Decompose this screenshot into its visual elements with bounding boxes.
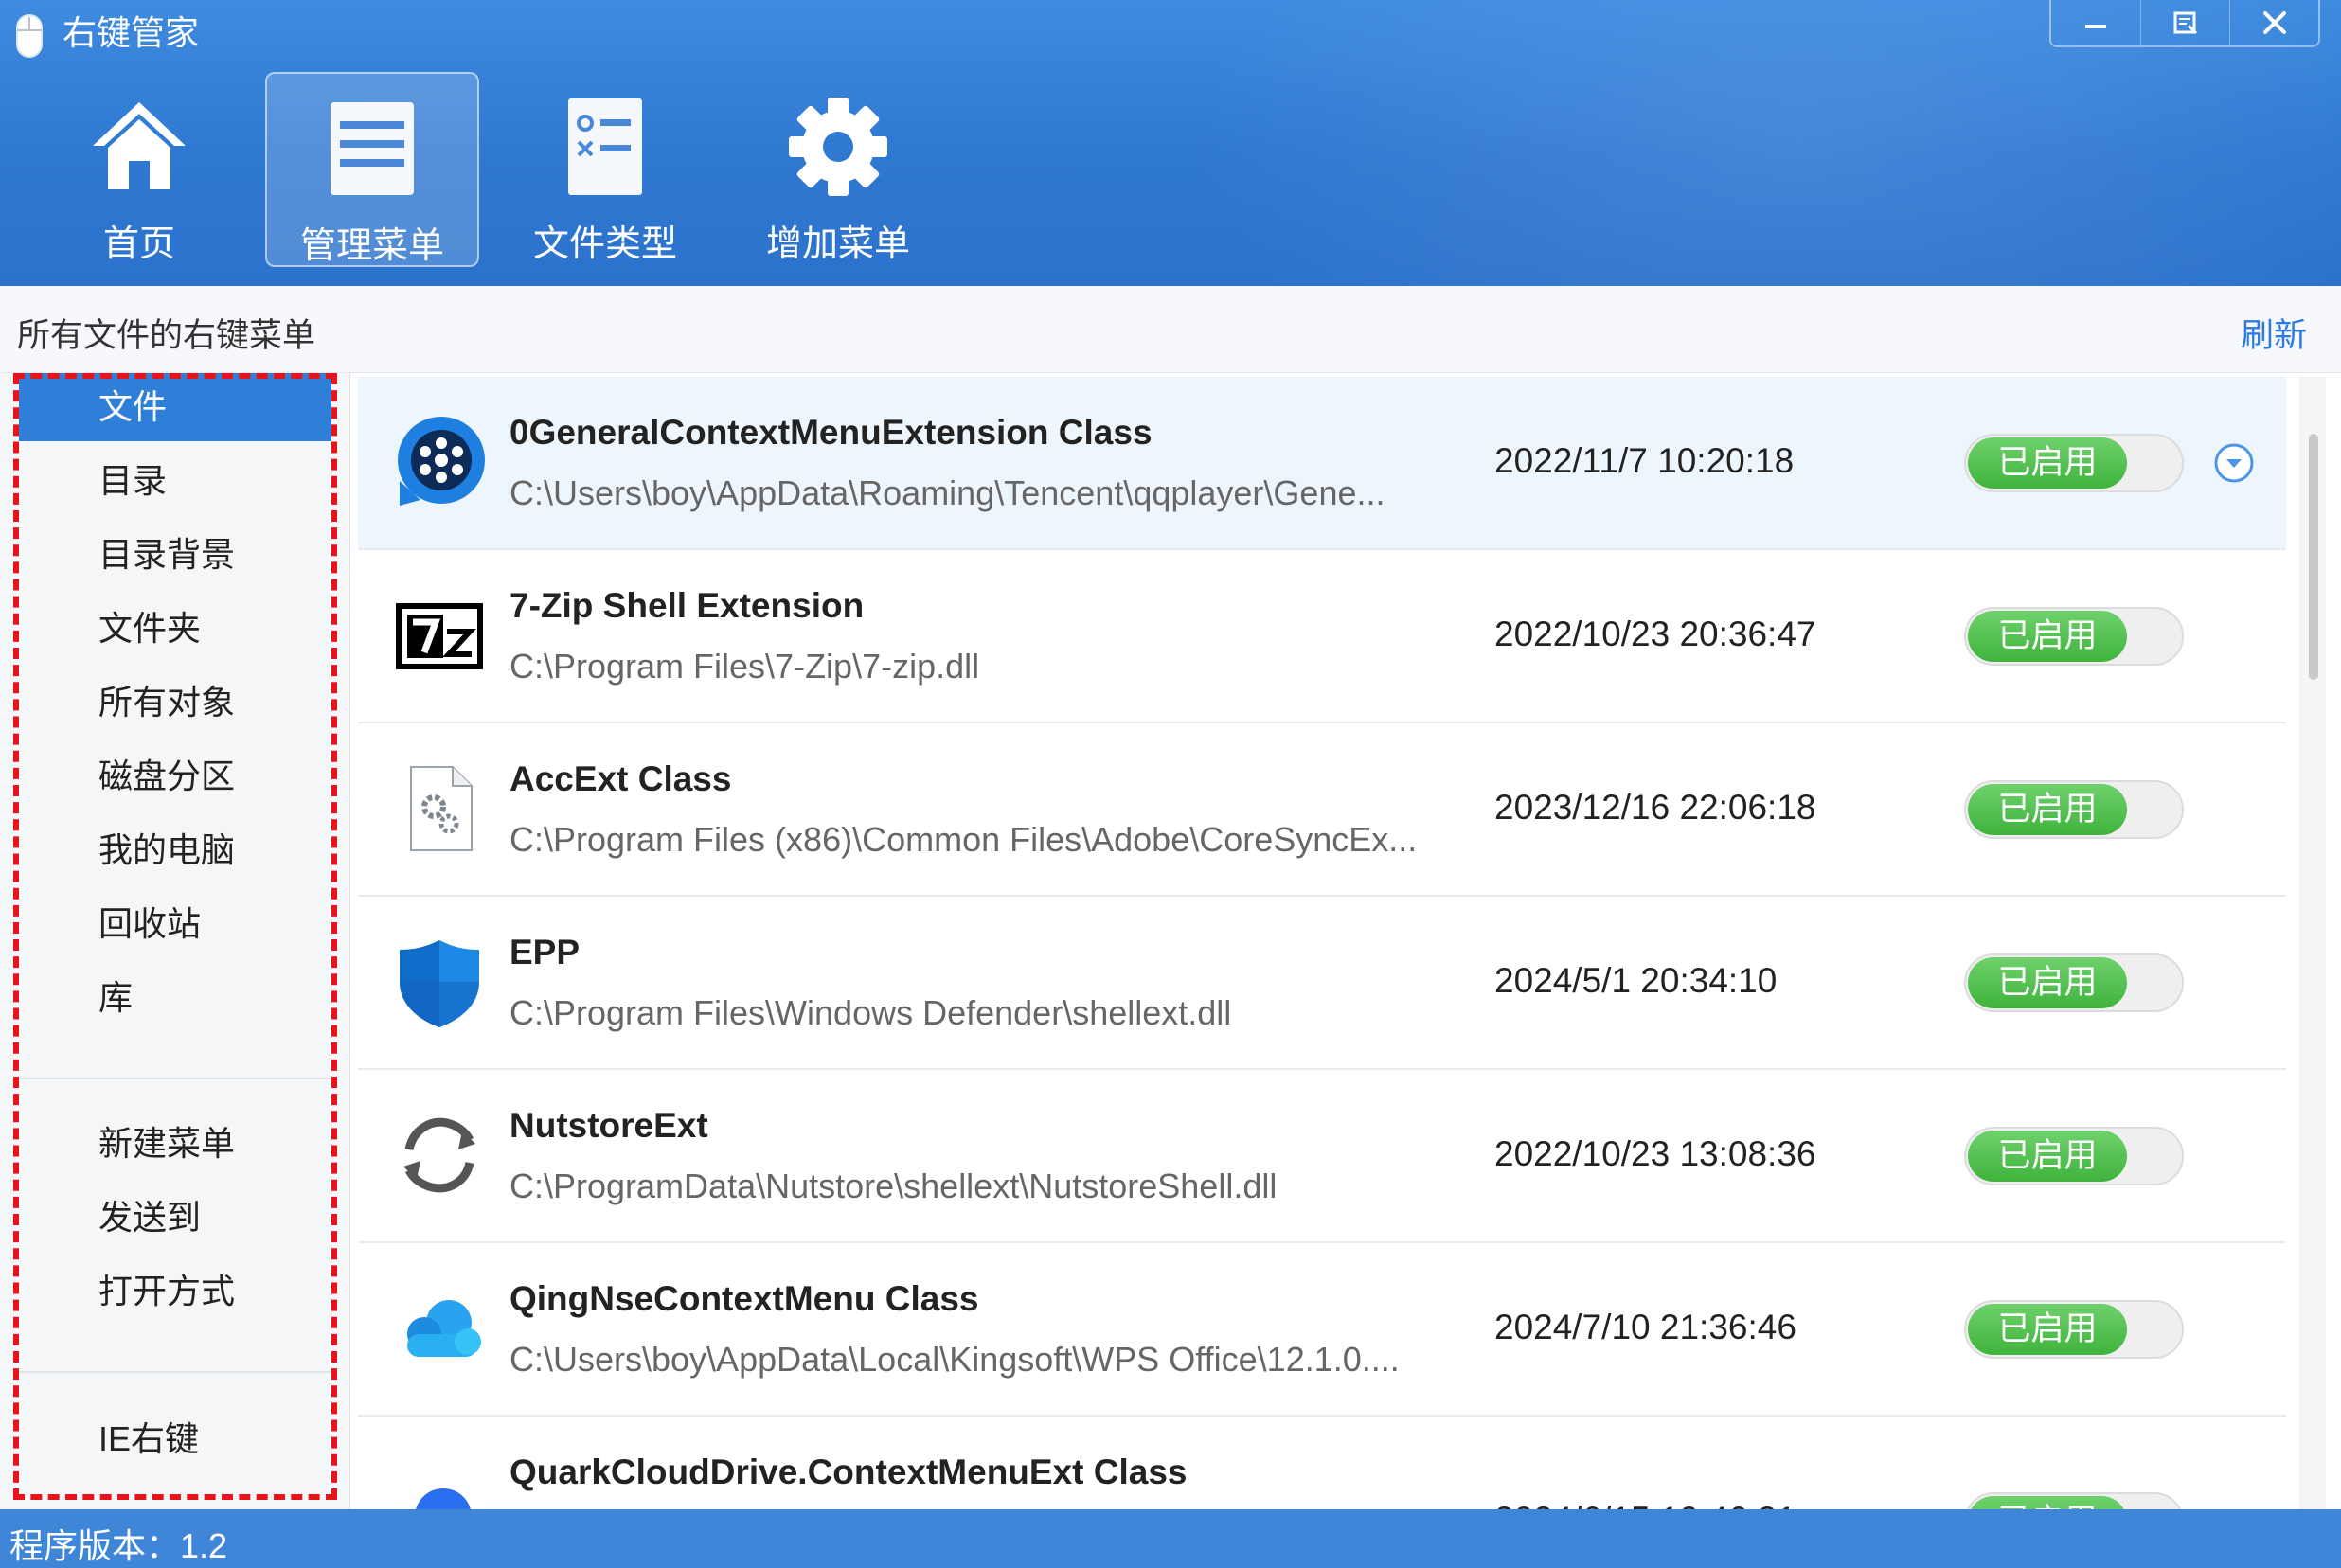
- enable-toggle[interactable]: 已启用: [1964, 780, 2184, 839]
- toggle-label: 已启用: [1968, 1304, 2127, 1355]
- title-bar: 右键管家 首页 管理菜单 文件类型 增加菜单: [0, 0, 2341, 286]
- 7zip-icon: [396, 603, 483, 669]
- item-date: 2022/10/23 13:08:36: [1494, 1134, 1816, 1173]
- cloud-icon: [407, 1300, 481, 1357]
- gear-icon: [789, 98, 887, 196]
- item-name: NutstoreExt: [509, 1106, 708, 1145]
- item-path: C:\Program Files\7-Zip\7-zip.dll: [509, 647, 980, 686]
- context-menu-list: 0GeneralContextMenuExtension Class C:\Us…: [358, 377, 2286, 1509]
- window-controls: [2049, 0, 2320, 47]
- item-date: 2024/5/1 20:34:10: [1494, 961, 1778, 1000]
- file-type-icon: [568, 98, 642, 195]
- item-path: C:\ProgramData\Nutstore\shellext\Nutstor…: [509, 1167, 1278, 1205]
- item-date: 2024/7/10 21:36:46: [1494, 1308, 1796, 1346]
- toggle-label: 已启用: [1968, 957, 2127, 1008]
- list-item[interactable]: QingNseContextMenu Class C:\Users\boy\Ap…: [358, 1243, 2286, 1417]
- restore-icon: [2173, 11, 2197, 35]
- app-title: 右键管家: [63, 13, 200, 52]
- settings-file-icon: [410, 766, 473, 851]
- item-path: C:\Users\boy\AppData\Roaming\Tencent\qqp…: [509, 473, 1385, 512]
- chevron-down-icon[interactable]: [2212, 441, 2256, 485]
- item-date: 2022/10/23 20:36:47: [1494, 615, 1816, 653]
- enable-toggle[interactable]: 已启用: [1964, 607, 2184, 666]
- item-name: AccExt Class: [509, 759, 732, 798]
- enable-toggle[interactable]: 已启用: [1964, 1127, 2184, 1185]
- tab-manage-menu[interactable]: 管理菜单: [265, 72, 479, 267]
- qqplayer-icon: [398, 417, 485, 506]
- item-date: 2022/11/7 10:20:18: [1494, 441, 1795, 480]
- item-name: EPP: [509, 933, 581, 971]
- item-name: QuarkCloudDrive.ContextMenuExt Class: [509, 1452, 1188, 1491]
- list-scrollbar[interactable]: [2299, 377, 2326, 1509]
- restore-button[interactable]: [2140, 0, 2229, 45]
- section-header: 所有文件的右键菜单 刷新: [0, 286, 2341, 373]
- item-path: C:\Program Files\Windows Defender\shelle…: [509, 993, 1232, 1032]
- item-path: C:\Users\boy\AppData\Local\Kingsoft\WPS …: [509, 1340, 1400, 1379]
- item-name: 0GeneralContextMenuExtension Class: [509, 413, 1153, 452]
- tab-home[interactable]: 首页: [32, 72, 246, 267]
- mouse-icon: [16, 14, 43, 58]
- tab-add-menu[interactable]: 增加菜单: [731, 72, 945, 267]
- item-date: 2024/6/15 19:46:21: [1494, 1500, 1796, 1509]
- list-item[interactable]: NutstoreExt C:\ProgramData\Nutstore\shel…: [358, 1070, 2286, 1243]
- scrollbar-thumb[interactable]: [2309, 434, 2318, 680]
- toggle-label: 已启用: [1968, 437, 2127, 489]
- toggle-label: 已启用: [1968, 1496, 2127, 1509]
- enable-toggle[interactable]: 已启用: [1964, 1492, 2184, 1509]
- enable-toggle[interactable]: 已启用: [1964, 953, 2184, 1012]
- close-button[interactable]: [2229, 0, 2318, 45]
- sync-icon: [403, 1117, 475, 1193]
- item-name: QingNseContextMenu Class: [509, 1279, 979, 1318]
- highlight-annotation-box: [13, 373, 337, 1500]
- list-icon: [331, 102, 414, 195]
- list-item[interactable]: 7-Zip Shell Extension C:\Program Files\7…: [358, 550, 2286, 723]
- tab-home-label: 首页: [102, 224, 175, 264]
- toggle-label: 已启用: [1968, 1131, 2127, 1182]
- tab-file-types[interactable]: 文件类型: [498, 72, 712, 267]
- close-icon: [2262, 11, 2286, 34]
- tab-file-types-label: 文件类型: [532, 224, 677, 264]
- tab-manage-menu-label: 管理菜单: [299, 226, 444, 266]
- refresh-link[interactable]: 刷新: [2241, 309, 2307, 357]
- tab-add-menu-label: 增加菜单: [765, 224, 910, 264]
- version-label: 程序版本：1.2: [9, 1526, 228, 1565]
- minimize-icon: [2085, 25, 2106, 28]
- enable-toggle[interactable]: 已启用: [1964, 1300, 2184, 1359]
- enable-toggle[interactable]: 已启用: [1964, 434, 2184, 492]
- item-path: C:\Program Files (x86)\Common Files\Adob…: [509, 820, 1418, 859]
- toggle-label: 已启用: [1968, 611, 2127, 662]
- list-item[interactable]: QuarkCloudDrive.ContextMenuExt Class 202…: [358, 1417, 2286, 1509]
- home-icon: [93, 102, 186, 189]
- quark-cloud-icon: [416, 1488, 471, 1509]
- toggle-label: 已启用: [1968, 784, 2127, 835]
- status-bar: 程序版本：1.2: [0, 1509, 2341, 1568]
- list-item[interactable]: 0GeneralContextMenuExtension Class C:\Us…: [358, 377, 2286, 550]
- list-item[interactable]: AccExt Class C:\Program Files (x86)\Comm…: [358, 723, 2286, 897]
- category-sidebar: 文件 目录 目录背景 文件夹 所有对象 磁盘分区 我的电脑 回收站 库 新建菜单…: [0, 373, 350, 1509]
- item-date: 2023/12/16 22:06:18: [1494, 788, 1816, 827]
- shield-icon: [400, 940, 479, 1027]
- minimize-button[interactable]: [2051, 0, 2140, 45]
- section-title: 所有文件的右键菜单: [17, 317, 316, 354]
- item-name: 7-Zip Shell Extension: [509, 586, 865, 625]
- list-item[interactable]: EPP C:\Program Files\Windows Defender\sh…: [358, 897, 2286, 1070]
